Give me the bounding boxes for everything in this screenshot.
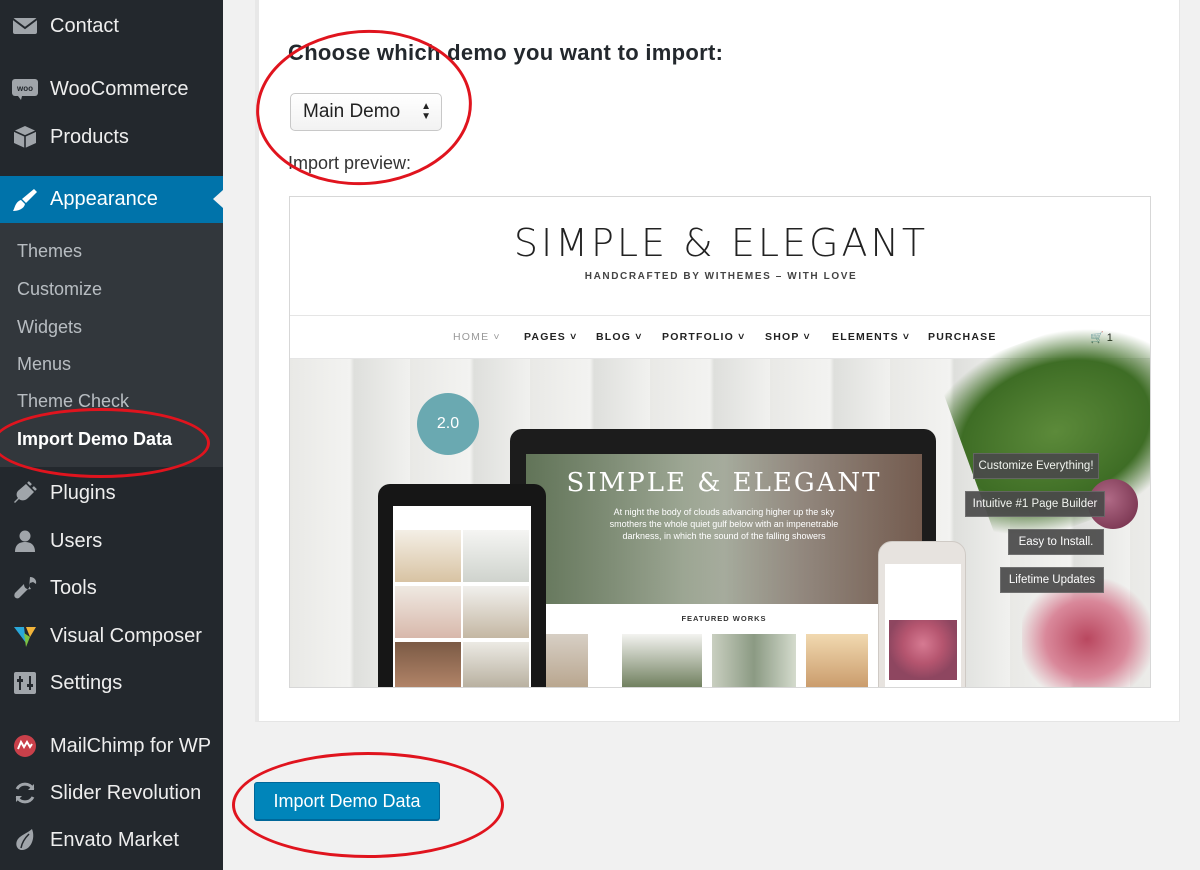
box-icon	[12, 124, 38, 150]
preview-tagline: HANDCRAFTED BY WITHEMES – WITH LOVE	[584, 271, 858, 282]
sidebar-item-users[interactable]: Users	[0, 519, 223, 563]
featured-thumb	[622, 634, 702, 687]
sidebar-item-label: Tools	[50, 576, 97, 599]
preview-nav-shop: SHOP ˅	[765, 331, 811, 343]
paintbrush-icon	[12, 187, 38, 213]
user-icon	[12, 528, 38, 554]
sidebar-item-label: MailChimp for WP	[50, 734, 212, 757]
sidebar-item-label: Visual Composer	[50, 624, 202, 647]
preview-nav-pages: PAGES ˅	[524, 331, 578, 343]
sidebar-item-label: Users	[50, 529, 103, 552]
submenu-customize[interactable]: Customize	[17, 279, 102, 300]
sidebar-item-slider-revolution[interactable]: Slider Revolution	[0, 771, 223, 815]
sidebar-item-settings[interactable]: Settings	[0, 661, 223, 705]
preview-tag-install: Easy to Install.	[1008, 529, 1104, 555]
sidebar-item-products[interactable]: Products	[0, 115, 223, 159]
refresh-icon	[12, 780, 38, 806]
preview-nav-elements: ELEMENTS ˅	[832, 331, 911, 343]
visual-composer-icon	[12, 623, 38, 649]
leaf-icon	[12, 827, 38, 853]
envelope-icon	[12, 13, 38, 39]
laptop-intro-text: At night the body of clouds advancing hi…	[609, 507, 839, 541]
featured-works-heading: FEATURED WORKS	[681, 614, 767, 623]
tablet-thumb	[395, 642, 461, 687]
phone-mockup	[878, 541, 966, 687]
laptop-screen: SIMPLE & ELEGANT At night the body of cl…	[526, 454, 922, 687]
phone-screen	[885, 564, 961, 687]
mailchimp-icon	[12, 733, 38, 759]
sidebar-item-visual-composer[interactable]: Visual Composer	[0, 614, 223, 658]
sidebar-item-label: Products	[50, 125, 129, 148]
sidebar-item-label: Contact	[50, 14, 119, 37]
submenu-widgets[interactable]: Widgets	[17, 317, 82, 338]
tablet-thumb	[463, 642, 529, 687]
svg-text:woo: woo	[16, 84, 33, 93]
laptop-site-title: SIMPLE & ELEGANT	[566, 468, 882, 498]
tablet-thumb	[395, 586, 461, 638]
sidebar-item-tools[interactable]: Tools	[0, 566, 223, 610]
wrench-icon	[12, 575, 38, 601]
preview-tag-customize: Customize Everything!	[973, 453, 1099, 479]
sidebar-item-label: Appearance	[50, 188, 158, 210]
sidebar-item-label: Settings	[50, 671, 123, 694]
tablet-thumb	[463, 586, 529, 638]
preview-site-title: SIMPLE & ELEGANT	[513, 221, 929, 265]
sidebar-item-label: Envato Market	[50, 828, 179, 851]
import-preview-image: SIMPLE & ELEGANT HANDCRAFTED BY WITHEMES…	[289, 196, 1151, 688]
preview-nav-blog: BLOG ˅	[596, 331, 643, 343]
plug-icon	[12, 480, 38, 506]
preview-hero: 2.0 SIMPLE & ELEGANT At night the body o…	[290, 295, 1150, 687]
preview-nav-portfolio: PORTFOLIO ˅	[662, 331, 746, 343]
sidebar-item-label: Plugins	[50, 481, 116, 504]
woocommerce-icon: woo	[12, 76, 38, 102]
sidebar-item-mailchimp[interactable]: MailChimp for WP	[0, 724, 223, 768]
featured-thumb	[806, 634, 868, 687]
sidebar-item-appearance[interactable]: Appearance	[0, 176, 223, 223]
sidebar-item-woocommerce[interactable]: woo WooCommerce	[0, 67, 223, 111]
laptop-featured-section: FEATURED WORKS	[526, 604, 922, 687]
annotation-circle-button	[232, 752, 504, 858]
featured-thumb	[712, 634, 796, 687]
tablet-mockup	[378, 484, 546, 687]
tablet-thumb	[395, 530, 461, 582]
preview-nav-purchase: PURCHASE	[928, 331, 997, 343]
submenu-menus[interactable]: Menus	[17, 354, 71, 375]
annotation-circle-menu	[0, 408, 210, 478]
sidebar-item-label: Slider Revolution	[50, 781, 202, 804]
sidebar-item-contact[interactable]: Contact	[0, 4, 223, 48]
sidebar-item-label: WooCommerce	[50, 77, 189, 100]
tablet-thumb	[463, 530, 529, 582]
preview-nav-home: HOME ˅	[453, 331, 501, 343]
submenu-themes[interactable]: Themes	[17, 241, 82, 262]
version-badge: 2.0	[417, 393, 479, 455]
sidebar-item-envato-market[interactable]: Envato Market	[0, 818, 223, 862]
petal-decoration	[1022, 579, 1150, 687]
preview-tag-updates: Lifetime Updates	[1000, 567, 1104, 593]
phone-photo	[889, 620, 957, 680]
settings-sliders-icon	[12, 670, 38, 696]
tablet-screen	[393, 506, 531, 687]
laptop-mockup: SIMPLE & ELEGANT At night the body of cl…	[510, 429, 936, 687]
preview-tag-page-builder: Intuitive #1 Page Builder	[965, 491, 1105, 517]
